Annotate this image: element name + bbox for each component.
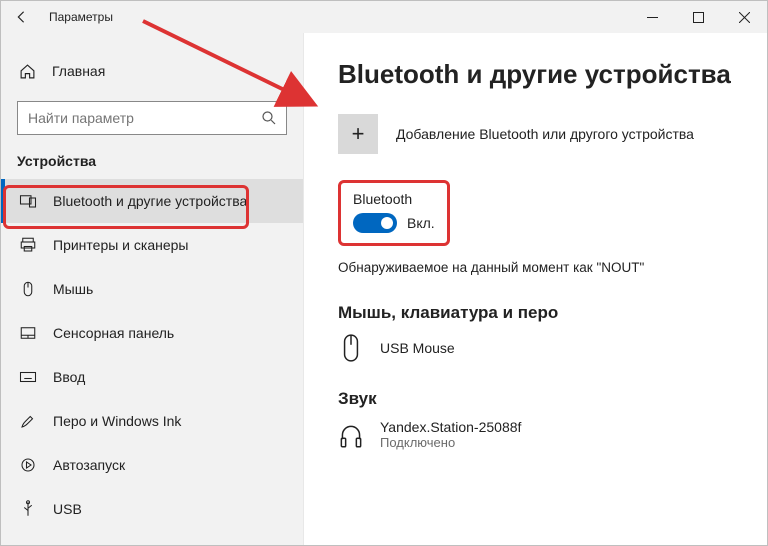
pen-icon (19, 412, 37, 430)
add-device-label: Добавление Bluetooth или другого устройс… (396, 126, 694, 142)
keyboard-icon (19, 368, 37, 386)
add-device-button[interactable]: + (338, 114, 378, 154)
add-device-row[interactable]: + Добавление Bluetooth или другого устро… (338, 114, 733, 154)
search-box[interactable] (17, 101, 287, 135)
devices-icon (19, 192, 37, 210)
search-input[interactable] (18, 102, 286, 134)
bluetooth-toggle-block: Bluetooth Вкл. (338, 180, 450, 246)
window-controls (629, 1, 767, 33)
bluetooth-toggle[interactable] (353, 213, 397, 233)
sidebar-item-usb[interactable]: USB (1, 487, 303, 531)
input-devices-heading: Мышь, клавиатура и перо (338, 303, 733, 323)
body: Главная Устройства Bluetooth и другие ус… (1, 33, 767, 545)
search-container (1, 91, 303, 135)
sidebar-home[interactable]: Главная (1, 51, 303, 91)
sidebar-item-pen[interactable]: Перо и Windows Ink (1, 399, 303, 443)
window-title: Параметры (49, 10, 113, 24)
minimize-button[interactable] (629, 1, 675, 33)
settings-window: Параметры Главная Устройства (0, 0, 768, 546)
printer-icon (19, 236, 37, 254)
sidebar-list: Bluetooth и другие устройства Принтеры и… (1, 179, 303, 531)
sidebar-item-bluetooth[interactable]: Bluetooth и другие устройства (1, 179, 303, 223)
sidebar-item-label: Сенсорная панель (53, 325, 174, 341)
sidebar-item-label: Принтеры и сканеры (53, 237, 188, 253)
mouse-icon (338, 333, 364, 363)
close-icon (739, 12, 750, 23)
sidebar-home-label: Главная (52, 63, 105, 79)
plus-icon: + (352, 121, 365, 147)
mouse-icon (19, 280, 37, 298)
sidebar-item-typing[interactable]: Ввод (1, 355, 303, 399)
discoverable-text: Обнаруживаемое на данный момент как "NOU… (338, 260, 733, 275)
bluetooth-toggle-row: Вкл. (353, 213, 435, 233)
sidebar-item-mouse[interactable]: Мышь (1, 267, 303, 311)
sidebar-item-autoplay[interactable]: Автозапуск (1, 443, 303, 487)
sidebar-item-label: Перо и Windows Ink (53, 413, 181, 429)
sidebar: Главная Устройства Bluetooth и другие ус… (1, 33, 304, 545)
bluetooth-toggle-state: Вкл. (407, 215, 435, 231)
autoplay-icon (19, 456, 37, 474)
usb-icon (19, 500, 37, 518)
sidebar-section-label: Устройства (1, 135, 303, 179)
content: Bluetooth и другие устройства + Добавлен… (304, 33, 767, 545)
sidebar-item-label: Bluetooth и другие устройства (53, 193, 247, 209)
arrow-left-icon (14, 10, 28, 24)
device-name: USB Mouse (380, 340, 455, 356)
sidebar-item-touchpad[interactable]: Сенсорная панель (1, 311, 303, 355)
device-name: Yandex.Station-25088f (380, 419, 521, 435)
headphones-icon (338, 420, 364, 450)
sidebar-item-label: USB (53, 501, 82, 517)
close-button[interactable] (721, 1, 767, 33)
device-mouse[interactable]: USB Mouse (338, 333, 733, 363)
touchpad-icon (19, 324, 37, 342)
maximize-button[interactable] (675, 1, 721, 33)
sidebar-item-label: Ввод (53, 369, 85, 385)
sidebar-item-label: Мышь (53, 281, 93, 297)
search-icon (260, 109, 278, 132)
bluetooth-label: Bluetooth (353, 191, 435, 207)
page-title: Bluetooth и другие устройства (338, 59, 733, 90)
home-icon (19, 63, 36, 80)
device-status: Подключено (380, 435, 521, 450)
minimize-icon (647, 12, 658, 23)
titlebar: Параметры (1, 1, 767, 33)
device-audio[interactable]: Yandex.Station-25088f Подключено (338, 419, 733, 450)
maximize-icon (693, 12, 704, 23)
sidebar-item-printers[interactable]: Принтеры и сканеры (1, 223, 303, 267)
sidebar-item-label: Автозапуск (53, 457, 125, 473)
audio-devices-heading: Звук (338, 389, 733, 409)
back-button[interactable] (1, 10, 41, 24)
